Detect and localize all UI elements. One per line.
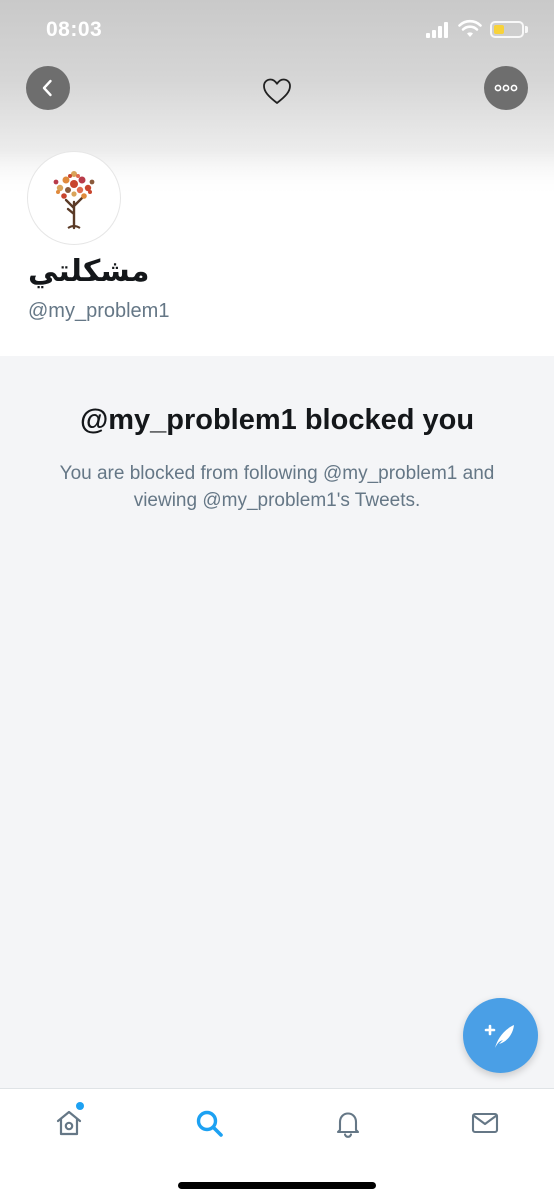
envelope-icon — [471, 1112, 499, 1134]
battery-nub — [525, 26, 528, 33]
blocked-title: @my_problem1 blocked you — [79, 404, 475, 436]
tab-search[interactable] — [189, 1103, 229, 1143]
more-options-button[interactable] — [484, 66, 528, 110]
chevron-left-icon — [42, 79, 52, 97]
tab-home[interactable] — [49, 1103, 89, 1143]
tab-notifications[interactable] — [328, 1103, 368, 1143]
profile-display-name: مشكلتي — [28, 254, 150, 289]
status-time: 08:03 — [46, 18, 103, 41]
more-horizontal-icon — [494, 84, 518, 92]
tree-illustration-icon — [53, 171, 95, 230]
avatar[interactable] — [28, 152, 120, 244]
cellular-signal-icon — [426, 22, 452, 38]
heart-outline-icon[interactable] — [260, 74, 294, 108]
profile-section: مشكلتي @my_problem1 — [0, 150, 554, 356]
wifi-icon — [458, 19, 482, 37]
bell-icon — [336, 1112, 360, 1138]
battery-level — [494, 25, 504, 34]
blocked-description: You are blocked from following @my_probl… — [59, 463, 495, 511]
home-icon — [56, 1110, 82, 1136]
status-bar: 08:03 — [0, 0, 554, 60]
home-notification-badge — [76, 1102, 84, 1110]
profile-handle: @my_problem1 — [28, 300, 170, 322]
battery-icon — [490, 21, 524, 38]
tab-messages[interactable] — [465, 1103, 505, 1143]
compose-tweet-icon — [484, 1024, 514, 1048]
search-icon — [196, 1110, 223, 1137]
back-button[interactable] — [26, 66, 70, 110]
home-indicator — [178, 1182, 376, 1189]
compose-tweet-button[interactable] — [463, 998, 538, 1073]
